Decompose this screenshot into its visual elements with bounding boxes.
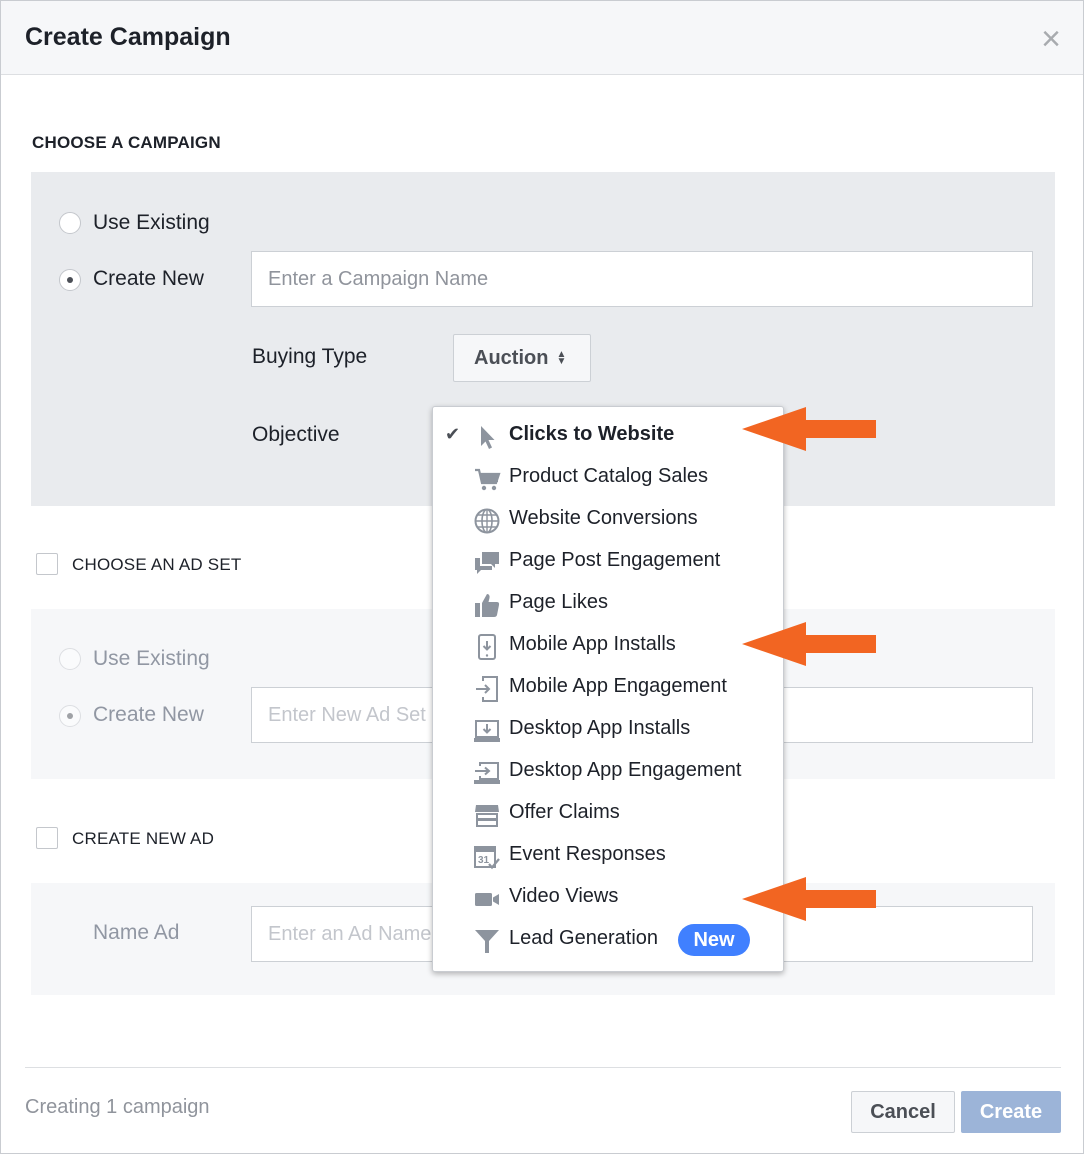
mobile-download-icon — [478, 634, 496, 660]
campaign-use-existing-radio[interactable] — [59, 212, 81, 234]
objective-item-label: Mobile App Installs — [509, 633, 676, 655]
mobile-enter-icon — [476, 676, 498, 702]
creation-status: Creating 1 campaign — [25, 1096, 210, 1118]
svg-text:31: 31 — [478, 855, 490, 866]
objective-item-lead-generation[interactable]: Lead Generation New — [433, 919, 783, 961]
dialog-title: Create Campaign — [25, 23, 231, 51]
objective-item-page-likes[interactable]: Page Likes — [433, 583, 783, 625]
select-arrows-icon: ▲ ▼ — [556, 349, 567, 367]
objective-item-desktop-app-engagement[interactable]: Desktop App Engagement — [433, 751, 783, 793]
campaign-create-new-label[interactable]: Create New — [93, 267, 204, 291]
video-camera-icon — [475, 893, 499, 906]
annotation-arrow-icon — [742, 407, 876, 451]
check-icon: ✔ — [445, 424, 461, 444]
cursor-icon — [481, 426, 495, 449]
campaign-name-field[interactable] — [251, 251, 1033, 307]
globe-icon — [474, 508, 500, 534]
calendar-check-icon: 31 — [474, 846, 500, 870]
objective-item-clicks-to-website[interactable]: ✔ Clicks to Website — [433, 415, 783, 457]
objective-item-website-conversions[interactable]: Website Conversions — [433, 499, 783, 541]
annotation-arrow-icon — [742, 622, 876, 666]
cart-icon — [475, 468, 501, 491]
objective-item-mobile-app-engagement[interactable]: Mobile App Engagement — [433, 667, 783, 709]
close-icon[interactable]: × — [1035, 22, 1067, 56]
objective-item-desktop-app-installs[interactable]: Desktop App Installs — [433, 709, 783, 751]
objective-item-label: Clicks to Website — [509, 423, 675, 445]
objective-item-label: Desktop App Engagement — [509, 759, 742, 781]
funnel-icon — [475, 930, 499, 953]
objective-item-mobile-app-installs[interactable]: Mobile App Installs — [433, 625, 783, 667]
objective-item-label: Page Post Engagement — [509, 549, 721, 571]
objective-item-event-responses[interactable]: 31 Event Responses — [433, 835, 783, 877]
speech-bubbles-icon — [475, 552, 499, 574]
objective-item-label: Mobile App Engagement — [509, 675, 727, 697]
campaign-create-new-radio[interactable] — [59, 269, 81, 291]
objective-label: Objective — [252, 423, 340, 446]
objective-item-label: Event Responses — [509, 843, 666, 865]
objective-item-video-views[interactable]: Video Views — [433, 877, 783, 919]
objective-item-label: Offer Claims — [509, 801, 620, 823]
objective-item-label: Lead Generation — [509, 927, 659, 949]
objective-item-label: Product Catalog Sales — [509, 465, 709, 487]
create-campaign-dialog: Create Campaign × CHOOSE A CAMPAIGN Use … — [0, 0, 1084, 1154]
buying-type-value: Auction — [474, 346, 549, 369]
dialog-header: Create Campaign × — [1, 1, 1083, 75]
name-ad-label: Name Ad — [93, 921, 180, 944]
create-button[interactable]: Create — [961, 1091, 1061, 1133]
new-badge: New — [678, 924, 750, 956]
ad-section-checkbox[interactable] — [36, 827, 58, 849]
annotation-arrow-icon — [742, 877, 876, 921]
ad-set-use-existing-radio[interactable] — [59, 648, 81, 670]
section-title-ad: CREATE NEW AD — [72, 829, 215, 848]
campaign-use-existing-label[interactable]: Use Existing — [93, 211, 210, 235]
buying-type-select[interactable]: Auction ▲ ▼ — [453, 334, 591, 382]
objective-item-label: Desktop App Installs — [509, 717, 691, 739]
objective-item-label: Page Likes — [509, 591, 608, 613]
ad-set-section-checkbox[interactable] — [36, 553, 58, 575]
objective-item-page-post-engagement[interactable]: Page Post Engagement — [433, 541, 783, 583]
ad-set-use-existing-label[interactable]: Use Existing — [93, 647, 210, 671]
storefront-icon — [475, 805, 499, 827]
ad-set-create-new-radio[interactable] — [59, 705, 81, 727]
footer-divider — [25, 1067, 1061, 1068]
objective-item-product-catalog-sales[interactable]: Product Catalog Sales — [433, 457, 783, 499]
cancel-button[interactable]: Cancel — [851, 1091, 955, 1133]
buying-type-label: Buying Type — [252, 345, 368, 368]
section-title-ad-set: CHOOSE AN AD SET — [72, 555, 242, 574]
ad-set-create-new-label[interactable]: Create New — [93, 703, 204, 727]
thumbs-up-icon — [475, 594, 500, 617]
section-title-campaign: CHOOSE A CAMPAIGN — [32, 133, 221, 152]
desktop-download-icon — [474, 720, 500, 742]
desktop-enter-icon — [474, 762, 500, 784]
objective-item-offer-claims[interactable]: Offer Claims — [433, 793, 783, 835]
objective-item-label: Video Views — [509, 885, 619, 907]
campaign-name-input[interactable] — [252, 252, 1032, 306]
objective-dropdown: ✔ Clicks to Website Product Catalog Sale… — [432, 406, 784, 972]
objective-item-label: Website Conversions — [509, 507, 698, 529]
